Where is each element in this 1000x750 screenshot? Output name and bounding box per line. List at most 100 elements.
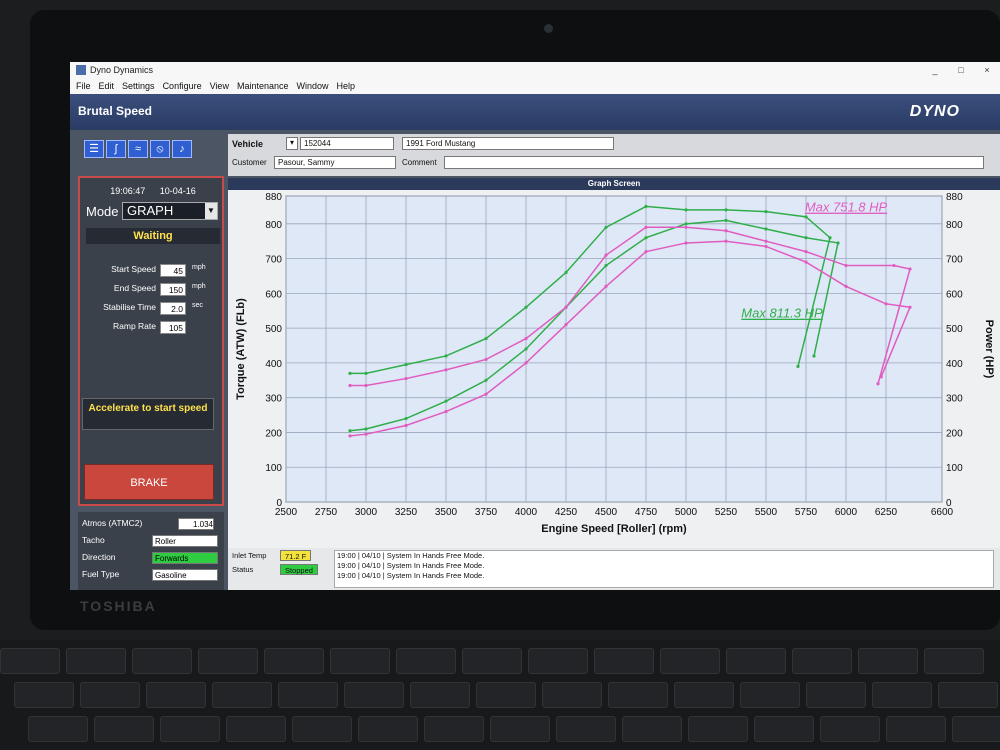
keyboard-key: [754, 716, 814, 742]
series-point: [444, 409, 448, 414]
keyboard-key: [14, 682, 74, 708]
series-point: [444, 368, 448, 372]
series-point: [404, 376, 408, 381]
y2-tick-label: 400: [946, 359, 963, 370]
keyboard-key: [740, 682, 800, 708]
list-icon[interactable]: ☰: [84, 140, 104, 158]
clock: 19:06:47 10-04-16: [80, 186, 226, 196]
inlet-value: 71.2 F: [280, 550, 312, 561]
menu-configure[interactable]: Configure: [163, 81, 202, 91]
param-value[interactable]: 45: [160, 264, 186, 277]
param-label: End Speed: [113, 283, 156, 293]
plot-area: [285, 195, 943, 503]
vehicle-id-field[interactable]: 152044: [300, 137, 394, 150]
series-point: [796, 364, 800, 368]
keyboard-key: [264, 648, 324, 674]
tacho-label: Tacho: [82, 535, 105, 545]
atmos-value: 1.034: [178, 518, 214, 530]
series-point: [404, 363, 408, 367]
series-point: [564, 305, 568, 309]
keyboard-key: [132, 648, 192, 674]
keyboard-key: [146, 682, 206, 708]
x-tick-label: 3750: [475, 507, 498, 518]
keyboard-key: [806, 682, 866, 708]
mode-value: GRAPH: [127, 203, 174, 218]
series-point: [908, 267, 912, 271]
app-icon: [76, 65, 86, 75]
param-value[interactable]: 105: [160, 321, 186, 334]
customer-field[interactable]: Pasour, Sammy: [274, 156, 396, 169]
menu-maintenance[interactable]: Maintenance: [237, 81, 289, 91]
y-tick-label: 200: [265, 428, 282, 439]
fuel-row: Fuel Type Gasoline: [82, 569, 222, 581]
keyboard-key: [0, 648, 60, 674]
keyboard-key: [490, 716, 550, 742]
series-point: [524, 336, 528, 341]
dyno-chart: 2500 2750 3000 3250 3500 3750 4000 4250 4500 4750…: [235, 192, 995, 535]
menu-help[interactable]: Help: [337, 81, 356, 91]
x-axis-label: Engine Speed [Roller] (rpm): [541, 523, 687, 535]
tacho-value[interactable]: Roller: [152, 535, 218, 547]
vehicle-dropdown-icon[interactable]: ▾: [286, 137, 298, 150]
mode-label: Mode: [86, 204, 119, 219]
toolbar: ☰ ∫ ≈ ⦸ ♪: [84, 140, 192, 158]
comment-label: Comment: [402, 158, 437, 167]
x-tick-label: 3000: [355, 507, 378, 518]
series-point: [364, 427, 368, 431]
y-tick-label: 100: [265, 463, 282, 474]
keyboard-key: [660, 648, 720, 674]
fuel-value[interactable]: Gasoline: [152, 569, 218, 581]
keyboard-key: [726, 648, 786, 674]
series-point: [804, 260, 808, 264]
atmos-row: Atmos (ATMC2) 1.034: [82, 518, 222, 530]
y2-tick-label: 0: [946, 498, 952, 509]
keyboard-key: [160, 716, 220, 742]
series-point: [564, 270, 568, 275]
y-tick-label: 500: [265, 324, 282, 335]
series-point: [844, 263, 848, 268]
series-point: [724, 239, 728, 243]
param-unit: mph: [192, 283, 206, 290]
x-tick-label: 4500: [595, 507, 618, 518]
status-value: Stopped: [280, 564, 318, 575]
direction-value[interactable]: Forwards: [152, 552, 218, 564]
series-point: [724, 208, 728, 212]
keyboard-key: [344, 682, 404, 708]
menu-window[interactable]: Window: [297, 81, 329, 91]
menu-bar: File Edit Settings Configure View Mainte…: [70, 78, 1000, 94]
close-button[interactable]: ×: [974, 62, 1000, 78]
param-value[interactable]: 150: [160, 283, 186, 296]
time: 19:06:47: [110, 186, 146, 196]
menu-view[interactable]: View: [210, 81, 229, 91]
menu-settings[interactable]: Settings: [122, 81, 155, 91]
bell-icon[interactable]: ♪: [172, 140, 192, 158]
graph-window: Graph Screen 2500 2750 3000 3250 3500 3750 400…: [228, 178, 1000, 548]
vehicle-panel: Vehicle ▾ 152044 1991 Ford Mustang Custo…: [228, 134, 1000, 176]
keyboard-key: [608, 682, 668, 708]
comment-field[interactable]: [444, 156, 984, 169]
series-point: [604, 253, 608, 257]
x-tick-label: 4750: [635, 507, 658, 518]
series-point: [764, 227, 768, 231]
chevron-down-icon[interactable]: ▼: [205, 203, 217, 219]
series-point: [444, 399, 448, 403]
log-entry: 19:00 | 04/10 | System In Hands Free Mod…: [337, 561, 485, 570]
mode-select[interactable]: GRAPH ▼: [122, 202, 218, 220]
series-point: [364, 432, 368, 436]
curve-icon[interactable]: ∫: [106, 140, 126, 158]
series-point: [644, 250, 648, 254]
direction-row: Direction Forwards: [82, 552, 222, 564]
series-point: [348, 434, 352, 438]
no-icon[interactable]: ⦸: [150, 140, 170, 158]
keyboard-key: [556, 716, 616, 742]
series-point: [604, 225, 608, 229]
brake-button[interactable]: BRAKE: [84, 464, 214, 500]
menu-file[interactable]: File: [76, 81, 91, 91]
minimize-button[interactable]: _: [922, 62, 948, 78]
keyboard-key: [358, 716, 418, 742]
param-value[interactable]: 2.0: [160, 302, 186, 315]
menu-edit[interactable]: Edit: [99, 81, 115, 91]
vehicle-name-field[interactable]: 1991 Ford Mustang: [402, 137, 614, 150]
wave-icon[interactable]: ≈: [128, 140, 148, 158]
maximize-button[interactable]: □: [948, 62, 974, 78]
